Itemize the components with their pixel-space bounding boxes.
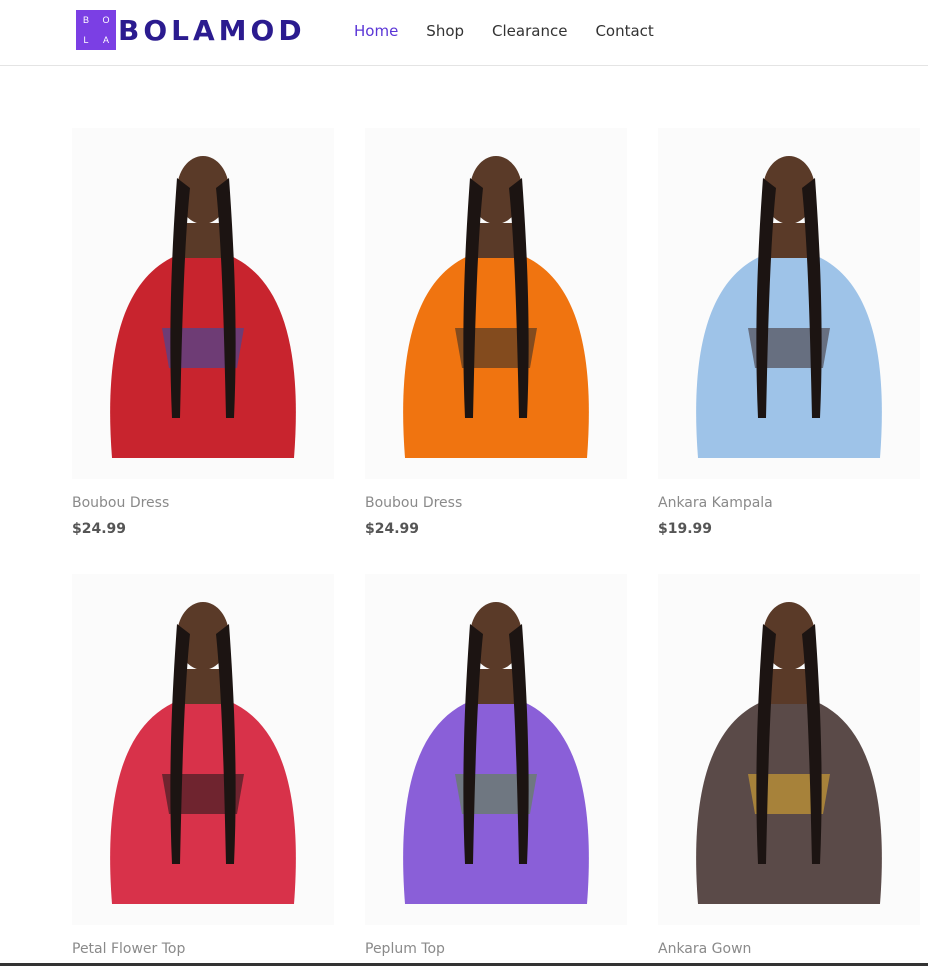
- neck: [184, 223, 222, 258]
- nav-clearance[interactable]: Clearance: [492, 22, 567, 40]
- neck: [770, 223, 808, 258]
- product-image[interactable]: [658, 574, 920, 925]
- product-name[interactable]: Ankara Gown: [658, 941, 920, 957]
- nav-home[interactable]: Home: [354, 22, 398, 40]
- logo-letter: L: [83, 35, 89, 45]
- site-header: B O L A BOLAMOD Home Shop Clearance Cont…: [0, 0, 928, 66]
- logo-letter: O: [102, 15, 110, 25]
- product-name[interactable]: Petal Flower Top: [72, 941, 334, 957]
- logo-letter: A: [102, 35, 109, 45]
- main-nav: Home Shop Clearance Contact: [354, 22, 682, 40]
- brand-name: BOLAMOD: [118, 13, 306, 47]
- product-name[interactable]: Boubou Dress: [72, 495, 334, 511]
- nav-shop[interactable]: Shop: [426, 22, 464, 40]
- neck: [184, 669, 222, 704]
- product-image[interactable]: [365, 574, 627, 925]
- product-name[interactable]: Boubou Dress: [365, 495, 627, 511]
- product-card[interactable]: Boubou Dress $24.99: [365, 128, 627, 537]
- product-card[interactable]: Peplum Top: [365, 574, 627, 957]
- product-price: $24.99: [365, 521, 420, 537]
- neck: [477, 223, 515, 258]
- product-card[interactable]: Petal Flower Top: [72, 574, 334, 957]
- product-card[interactable]: Ankara Kampala $19.99: [658, 128, 920, 537]
- product-image[interactable]: [72, 574, 334, 925]
- product-card[interactable]: Boubou Dress $24.99: [72, 128, 334, 537]
- product-name[interactable]: Ankara Kampala: [658, 495, 920, 511]
- product-image[interactable]: [365, 128, 627, 479]
- product-name[interactable]: Peplum Top: [365, 941, 627, 957]
- brand-logo[interactable]: B O L A BOLAMOD: [76, 10, 306, 50]
- product-image[interactable]: [658, 128, 920, 479]
- neck: [477, 669, 515, 704]
- product-image[interactable]: [72, 128, 334, 479]
- logo-mark: B O L A: [76, 10, 116, 50]
- logo-letter: B: [82, 15, 89, 25]
- product-price: $24.99: [72, 521, 127, 537]
- product-card[interactable]: Ankara Gown: [658, 574, 920, 957]
- neck: [770, 669, 808, 704]
- nav-contact[interactable]: Contact: [595, 22, 653, 40]
- product-price: $19.99: [658, 521, 713, 537]
